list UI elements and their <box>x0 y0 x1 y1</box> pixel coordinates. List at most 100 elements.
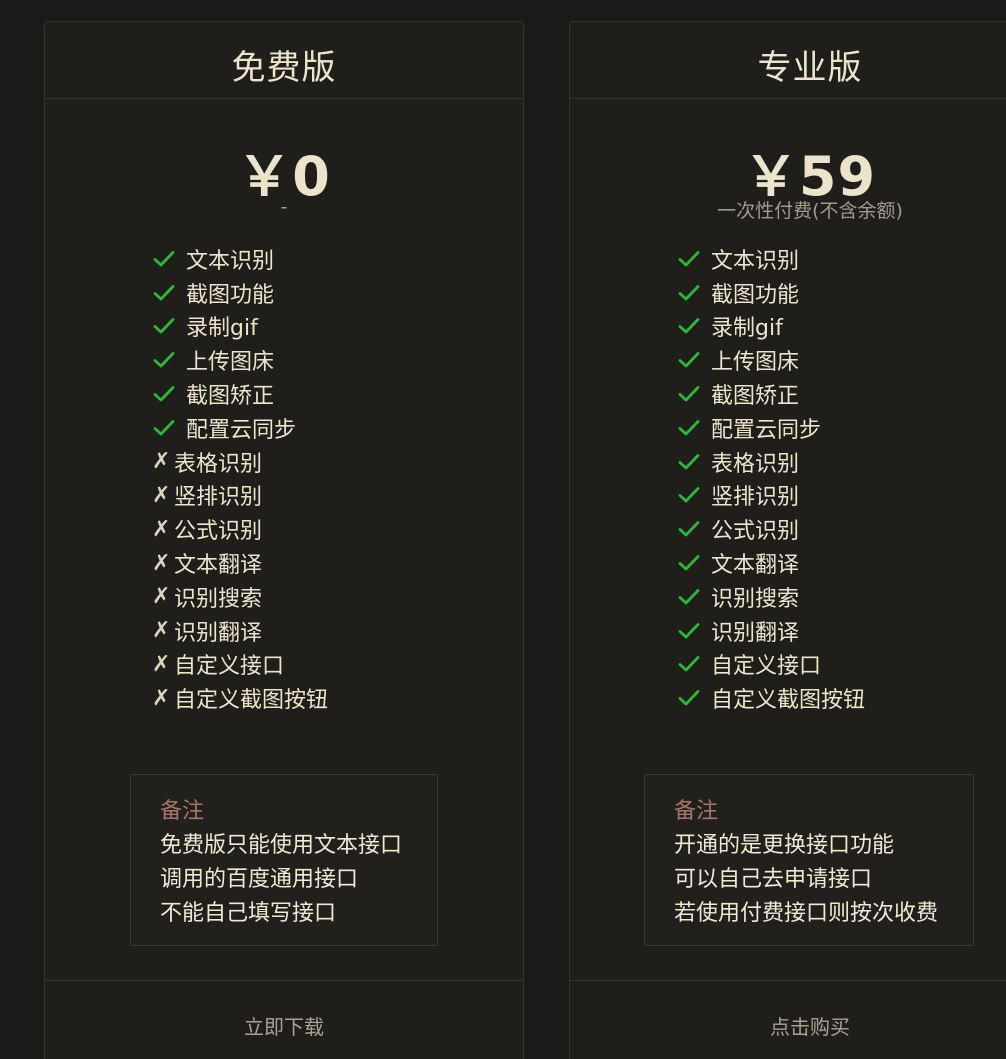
free-plan-price-note: - <box>280 196 288 218</box>
check-icon <box>677 517 711 541</box>
check-icon <box>677 348 711 372</box>
check-icon <box>677 686 711 710</box>
feature-item: 配置云同步 <box>677 411 865 445</box>
feature-item: ✗ 识别搜索 <box>152 580 328 614</box>
feature-item: ✗ 表格识别 <box>152 445 328 479</box>
feature-item: 配置云同步 <box>152 411 328 445</box>
feature-item: 截图功能 <box>152 276 328 310</box>
note-line: 不能自己填写接口 <box>160 901 337 926</box>
feature-item: 识别翻译 <box>677 614 865 648</box>
free-plan-note-box: 备注 免费版只能使用文本接口 调用的百度通用接口 不能自己填写接口 <box>130 774 438 946</box>
download-button[interactable]: 立即下载 <box>45 1011 523 1040</box>
pro-plan-header: 专业版 <box>570 22 1006 99</box>
feature-item: 录制gif <box>677 310 865 344</box>
feature-label: 自定义接口 <box>711 654 822 680</box>
pro-plan-footer: 点击购买 <box>570 980 1006 1059</box>
pro-plan-price-note: 一次性付费(不含余额) <box>717 200 903 222</box>
feature-label: 截图矫正 <box>186 384 275 410</box>
free-plan-card: 免费版 ￥0 - 文本识别 截图功能 录制gif 上传图床 截图矫正 配置云同步 ✗ 表格识别… <box>44 21 524 1059</box>
free-feature-list: 文本识别 截图功能 录制gif 上传图床 截图矫正 配置云同步 ✗ 表格识别 ✗ 竖排识别 ✗ 公式识… <box>152 242 328 715</box>
feature-label: 文本翻译 <box>174 553 263 579</box>
pro-plan-card: 专业版 ￥59 一次性付费(不含余额) 文本识别 截图功能 录制gif 上传图床 截图矫… <box>569 21 1006 1059</box>
check-icon <box>677 247 711 271</box>
feature-item: 公式识别 <box>677 512 865 546</box>
free-plan-header: 免费版 <box>45 22 523 99</box>
free-plan-footer: 立即下载 <box>45 980 523 1059</box>
feature-item: 文本识别 <box>152 242 328 276</box>
cross-icon: ✗ <box>152 685 171 711</box>
note-line: 若使用付费接口则按次收费 <box>674 901 939 926</box>
check-icon <box>152 314 186 338</box>
feature-label: 配置云同步 <box>711 417 822 443</box>
feature-item: ✗ 公式识别 <box>152 512 328 546</box>
check-icon <box>152 281 186 305</box>
check-icon <box>152 247 186 271</box>
feature-label: 截图功能 <box>711 282 800 308</box>
note-line: 可以自己去申请接口 <box>674 867 873 892</box>
cross-icon: ✗ <box>152 449 171 475</box>
feature-item: 文本翻译 <box>677 546 865 580</box>
check-icon <box>152 382 186 406</box>
feature-label: 上传图床 <box>711 350 800 376</box>
feature-label: 录制gif <box>186 316 258 342</box>
feature-label: 识别搜索 <box>711 586 800 612</box>
note-line: 免费版只能使用文本接口 <box>160 833 403 858</box>
feature-item: 录制gif <box>152 310 328 344</box>
pro-plan-title: 专业版 <box>757 48 863 88</box>
feature-item: ✗ 文本翻译 <box>152 546 328 580</box>
feature-item: 截图功能 <box>677 276 865 310</box>
feature-label: 竖排识别 <box>174 485 263 511</box>
feature-item: 自定义截图按钮 <box>677 681 865 715</box>
note-title: 备注 <box>674 799 719 824</box>
feature-item: ✗ 自定义接口 <box>152 648 328 682</box>
check-icon <box>677 450 711 474</box>
feature-label: 文本识别 <box>711 248 800 274</box>
pricing-page: 免费版 ￥0 - 文本识别 截图功能 录制gif 上传图床 截图矫正 配置云同步 ✗ 表格识别… <box>0 0 1006 1059</box>
feature-label: 上传图床 <box>186 350 275 376</box>
feature-label: 截图矫正 <box>711 384 800 410</box>
feature-item: ✗ 识别翻译 <box>152 614 328 648</box>
feature-item: 表格识别 <box>677 445 865 479</box>
cross-icon: ✗ <box>152 584 171 610</box>
feature-item: 上传图床 <box>677 343 865 377</box>
note-line: 调用的百度通用接口 <box>160 867 359 892</box>
feature-item: ✗ 竖排识别 <box>152 479 328 513</box>
feature-label: 自定义截图按钮 <box>711 688 866 714</box>
feature-label: 文本识别 <box>186 248 275 274</box>
pro-feature-list: 文本识别截图功能录制gif 上传图床截图矫正配置云同步表格识别竖排识别公式识别文本… <box>677 242 865 715</box>
feature-label: 自定义截图按钮 <box>174 688 329 714</box>
check-icon <box>677 652 711 676</box>
note-title: 备注 <box>160 799 205 824</box>
feature-item: 截图矫正 <box>677 377 865 411</box>
feature-label: 识别搜索 <box>174 586 263 612</box>
feature-label: 录制gif <box>711 316 783 342</box>
feature-label: 配置云同步 <box>186 417 297 443</box>
check-icon <box>152 348 186 372</box>
check-icon <box>677 281 711 305</box>
feature-item: 竖排识别 <box>677 479 865 513</box>
check-icon <box>677 551 711 575</box>
cross-icon: ✗ <box>152 651 171 677</box>
feature-label: 文本翻译 <box>711 553 800 579</box>
feature-label: 截图功能 <box>186 282 275 308</box>
check-icon <box>677 314 711 338</box>
feature-label: 识别翻译 <box>711 620 800 646</box>
check-icon <box>677 585 711 609</box>
cross-icon: ✗ <box>152 618 171 644</box>
feature-label: 自定义接口 <box>174 654 285 680</box>
feature-label: 表格识别 <box>711 451 800 477</box>
free-plan-title: 免费版 <box>231 48 337 88</box>
check-icon <box>677 483 711 507</box>
feature-item: 识别搜索 <box>677 580 865 614</box>
pro-plan-note-box: 备注 开通的是更换接口功能 可以自己去申请接口 若使用付费接口则按次收费 <box>644 774 974 946</box>
feature-label: 公式识别 <box>711 519 800 545</box>
buy-button[interactable]: 点击购买 <box>570 1011 1006 1040</box>
check-icon <box>677 416 711 440</box>
cross-icon: ✗ <box>152 516 171 542</box>
feature-item: 上传图床 <box>152 343 328 377</box>
check-icon <box>677 382 711 406</box>
feature-label: 识别翻译 <box>174 620 263 646</box>
cross-icon: ✗ <box>152 482 171 508</box>
feature-item: 文本识别 <box>677 242 865 276</box>
feature-label: 竖排识别 <box>711 485 800 511</box>
